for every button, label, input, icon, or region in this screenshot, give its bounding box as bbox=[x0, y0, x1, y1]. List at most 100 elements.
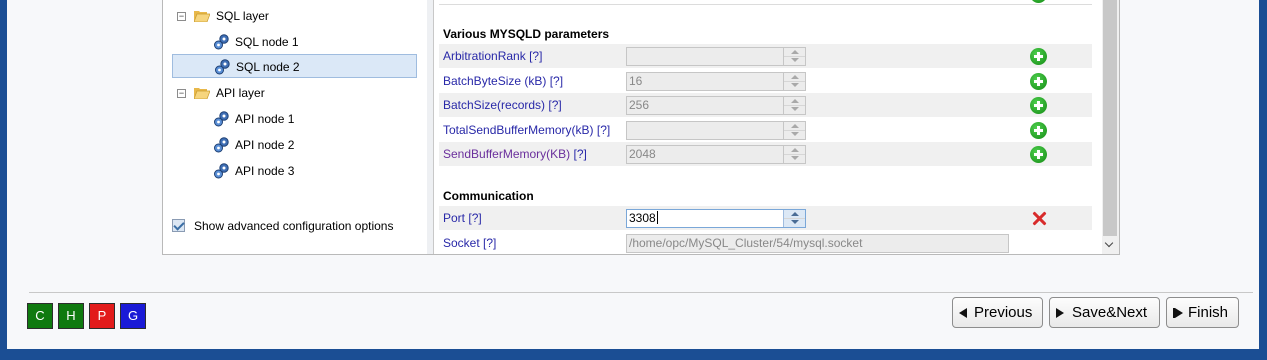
spin-up-icon[interactable] bbox=[784, 73, 805, 82]
help-link[interactable]: [?] bbox=[529, 49, 542, 63]
add-icon[interactable] bbox=[1030, 97, 1047, 114]
help-link[interactable]: [?] bbox=[550, 74, 563, 88]
window-border bbox=[0, 349, 1267, 360]
spin-down-icon[interactable] bbox=[784, 131, 805, 139]
add-icon[interactable] bbox=[1030, 48, 1047, 65]
help-link[interactable]: [?] bbox=[468, 211, 481, 225]
tree-item-api-layer[interactable]: − API layer bbox=[177, 82, 417, 104]
tree-item-api-node-3[interactable]: API node 3 bbox=[213, 160, 413, 182]
spin-up-icon[interactable] bbox=[784, 97, 805, 106]
spinner[interactable] bbox=[783, 48, 805, 65]
spinner[interactable] bbox=[783, 210, 805, 227]
spin-down-icon[interactable] bbox=[784, 106, 805, 114]
spinner[interactable] bbox=[783, 122, 805, 139]
add-icon[interactable] bbox=[1030, 122, 1047, 139]
legend-box-p[interactable]: P bbox=[89, 303, 115, 329]
add-icon[interactable] bbox=[1030, 146, 1047, 163]
param-row-arbitration-rank: ArbitrationRank [?] bbox=[439, 44, 1092, 68]
gear-icon bbox=[214, 34, 229, 50]
param-name[interactable]: Socket bbox=[443, 236, 480, 250]
previous-button[interactable]: Previous bbox=[952, 297, 1043, 328]
arrow-right-icon bbox=[1175, 308, 1183, 318]
spin-down-icon[interactable] bbox=[784, 57, 805, 65]
legend-label: G bbox=[127, 308, 139, 323]
tree-item-label: SQL node 1 bbox=[235, 35, 299, 49]
param-value: 16 bbox=[629, 74, 643, 88]
tree-item-api-node-1[interactable]: API node 1 bbox=[213, 108, 413, 130]
socket-input[interactable]: /home/opc/MySQL_Cluster/54/mysql.socket bbox=[626, 234, 1009, 253]
param-name[interactable]: SendBufferMemory(KB) bbox=[443, 147, 570, 161]
param-name[interactable]: BatchByteSize (kB) bbox=[443, 74, 546, 88]
scroll-down-icon[interactable] bbox=[1105, 240, 1113, 248]
spin-up-icon[interactable] bbox=[784, 48, 805, 57]
param-input[interactable] bbox=[626, 121, 806, 140]
scroll-thumb[interactable] bbox=[1103, 0, 1117, 236]
tree-item-api-node-2[interactable]: API node 2 bbox=[213, 134, 413, 156]
advanced-options-checkbox[interactable] bbox=[172, 219, 185, 232]
help-link[interactable]: [?] bbox=[597, 123, 610, 137]
param-row-batch-size: BatchSize(records) [?] 256 bbox=[439, 93, 1092, 117]
help-link[interactable]: [?] bbox=[483, 236, 496, 250]
tree-item-label: SQL node 2 bbox=[236, 60, 300, 74]
param-label[interactable]: ArbitrationRank [?] bbox=[443, 44, 542, 68]
spin-up-icon[interactable] bbox=[784, 146, 805, 155]
collapse-icon[interactable]: − bbox=[177, 89, 186, 98]
pane-splitter[interactable] bbox=[427, 0, 434, 254]
param-value: 2048 bbox=[629, 147, 656, 161]
tree-item-label: SQL layer bbox=[216, 9, 269, 23]
gear-icon bbox=[214, 111, 229, 127]
help-link[interactable]: [?] bbox=[548, 98, 561, 112]
tree-item-sql-node-2[interactable]: SQL node 2 bbox=[172, 54, 417, 78]
spinner[interactable] bbox=[783, 73, 805, 90]
param-row-total-send-buffer: TotalSendBufferMemory(kB) [?] bbox=[439, 118, 1092, 142]
legend-box-g[interactable]: G bbox=[120, 303, 146, 329]
spin-down-icon[interactable] bbox=[784, 82, 805, 90]
gear-icon bbox=[214, 137, 229, 153]
delete-icon[interactable] bbox=[1032, 211, 1046, 225]
param-value: /home/opc/MySQL_Cluster/54/mysql.socket bbox=[629, 236, 863, 250]
finish-button[interactable]: Finish bbox=[1166, 297, 1239, 328]
param-value: 3308 bbox=[629, 211, 656, 225]
collapse-icon[interactable]: − bbox=[177, 12, 186, 21]
save-next-button[interactable]: Save&Next bbox=[1049, 297, 1160, 328]
spin-down-icon[interactable] bbox=[784, 219, 805, 227]
gear-icon bbox=[215, 59, 230, 75]
wizard-window: − SQL layer SQL node 1 SQL node 2 − API … bbox=[7, 0, 1259, 349]
spin-up-icon[interactable] bbox=[784, 122, 805, 131]
legend-label: H bbox=[66, 308, 76, 323]
port-input[interactable]: 3308 bbox=[626, 209, 806, 228]
param-label[interactable]: SendBufferMemory(KB) [?] bbox=[443, 142, 587, 166]
vertical-scrollbar[interactable] bbox=[1102, 0, 1119, 254]
param-row-send-buffer: SendBufferMemory(KB) [?] 2048 bbox=[439, 142, 1092, 166]
legend-box-h[interactable]: H bbox=[58, 303, 84, 329]
legend-box-c[interactable]: C bbox=[27, 303, 53, 329]
param-input[interactable]: 2048 bbox=[626, 145, 806, 164]
spin-up-icon[interactable] bbox=[784, 210, 805, 219]
param-label[interactable]: TotalSendBufferMemory(kB) [?] bbox=[443, 118, 610, 142]
add-icon[interactable] bbox=[1030, 73, 1047, 90]
cluster-tree: − SQL layer SQL node 1 SQL node 2 − API … bbox=[163, 0, 428, 254]
param-input[interactable]: 256 bbox=[626, 96, 806, 115]
section-title-mysqld: Various MYSQLD parameters bbox=[443, 27, 610, 41]
param-name[interactable]: TotalSendBufferMemory(kB) bbox=[443, 123, 594, 137]
param-label[interactable]: Port [?] bbox=[443, 206, 482, 230]
help-link[interactable]: [?] bbox=[574, 147, 587, 161]
spin-down-icon[interactable] bbox=[784, 155, 805, 163]
tree-item-sql-layer[interactable]: − SQL layer bbox=[177, 5, 417, 27]
param-label[interactable]: Socket [?] bbox=[443, 231, 496, 254]
param-input[interactable]: 16 bbox=[626, 72, 806, 91]
param-row-port: Port [?] 3308 bbox=[439, 206, 1092, 230]
param-input[interactable] bbox=[626, 47, 806, 66]
tree-item-sql-node-1[interactable]: SQL node 1 bbox=[213, 31, 413, 53]
tree-item-label: API node 2 bbox=[235, 138, 295, 152]
tree-item-label: API node 3 bbox=[235, 164, 295, 178]
spinner[interactable] bbox=[783, 146, 805, 163]
param-name[interactable]: BatchSize(records) bbox=[443, 98, 545, 112]
param-name[interactable]: Port bbox=[443, 211, 465, 225]
add-icon[interactable] bbox=[1030, 0, 1047, 3]
folder-open-icon bbox=[194, 11, 210, 22]
param-label[interactable]: BatchByteSize (kB) [?] bbox=[443, 69, 563, 93]
param-label[interactable]: BatchSize(records) [?] bbox=[443, 93, 562, 117]
param-name[interactable]: ArbitrationRank bbox=[443, 49, 526, 63]
spinner[interactable] bbox=[783, 97, 805, 114]
